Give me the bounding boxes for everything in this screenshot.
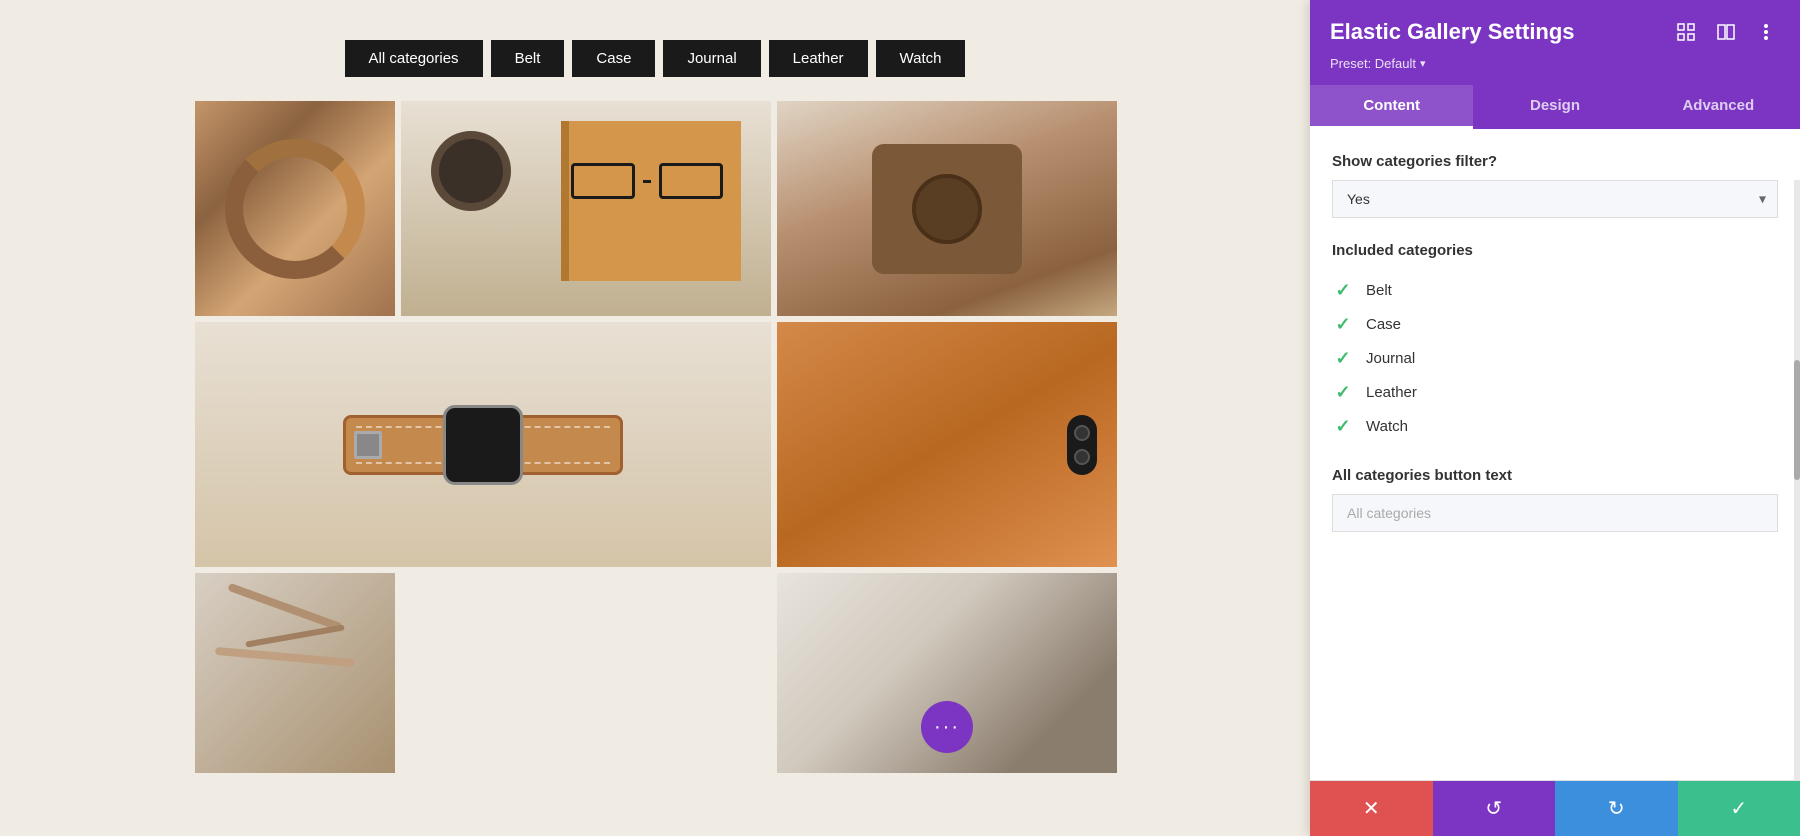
- canvas-area: All categories Belt Case Journal Leather…: [0, 0, 1310, 836]
- tools-bg: [195, 573, 395, 773]
- gallery-item-watch[interactable]: [195, 322, 771, 567]
- tab-content[interactable]: Content: [1310, 85, 1473, 129]
- scrollbar-thumb[interactable]: [1794, 360, 1800, 480]
- show-categories-select-wrapper: Yes No ▾: [1332, 180, 1778, 218]
- redo-button[interactable]: ↻: [1555, 781, 1678, 836]
- three-dots-button[interactable]: ···: [921, 701, 973, 753]
- panel-tabs: Content Design Advanced: [1310, 85, 1800, 129]
- gallery-item-tools[interactable]: [195, 573, 395, 773]
- gallery-item-belt[interactable]: [195, 101, 395, 316]
- columns-icon[interactable]: [1712, 18, 1740, 46]
- phone-camera-shape: [1067, 415, 1097, 475]
- preset-selector[interactable]: Preset: Default ▾: [1330, 56, 1780, 71]
- category-name-belt[interactable]: Belt: [1366, 282, 1392, 299]
- all-categories-field-label: All categories button text: [1332, 467, 1778, 484]
- camera-case-shape: [872, 144, 1022, 274]
- belt-visual: [195, 101, 395, 316]
- filter-btn-belt[interactable]: Belt: [491, 40, 565, 77]
- more-options-icon[interactable]: [1752, 18, 1780, 46]
- gallery-item-case[interactable]: [777, 101, 1117, 316]
- category-name-watch[interactable]: Watch: [1366, 418, 1408, 435]
- save-button[interactable]: ✓: [1678, 781, 1800, 836]
- phone-back-shape: [777, 322, 1117, 567]
- check-icon-journal: ✓: [1332, 347, 1354, 369]
- preset-label-text: Preset: Default: [1330, 56, 1416, 71]
- phone-visual: [777, 322, 1117, 567]
- redo-icon: ↻: [1608, 796, 1625, 821]
- category-item-watch: ✓ Watch: [1332, 409, 1778, 443]
- panel-header: Elastic Gallery Settings: [1310, 0, 1800, 85]
- tab-design[interactable]: Design: [1473, 85, 1636, 129]
- panel-title: Elastic Gallery Settings: [1330, 19, 1575, 45]
- undo-icon: ↺: [1485, 796, 1502, 821]
- preset-arrow-icon: ▾: [1420, 57, 1426, 70]
- filter-btn-case[interactable]: Case: [572, 40, 655, 77]
- filter-bar: All categories Belt Case Journal Leather…: [345, 40, 966, 77]
- three-dots-icon: ···: [934, 717, 960, 737]
- filter-btn-watch[interactable]: Watch: [876, 40, 966, 77]
- category-name-leather[interactable]: Leather: [1366, 384, 1417, 401]
- check-icon-belt: ✓: [1332, 279, 1354, 301]
- belt-coil-shape: [225, 139, 365, 279]
- key-2: [245, 624, 345, 647]
- key-3: [215, 647, 355, 667]
- category-item-case: ✓ Case: [1332, 307, 1778, 341]
- category-item-belt: ✓ Belt: [1332, 273, 1778, 307]
- check-icon-watch: ✓: [1332, 415, 1354, 437]
- glasses-shape: [571, 161, 731, 201]
- filter-btn-journal[interactable]: Journal: [663, 40, 760, 77]
- camera-lens-1: [1074, 425, 1090, 441]
- tab-advanced[interactable]: Advanced: [1637, 85, 1800, 129]
- watch-bg: [195, 322, 771, 567]
- journal-bg: [401, 101, 771, 316]
- journal-book-shape: [561, 121, 741, 281]
- check-icon-leather: ✓: [1332, 381, 1354, 403]
- filter-btn-leather[interactable]: Leather: [769, 40, 868, 77]
- scrollbar-track: [1794, 180, 1800, 780]
- gallery-item-leather-phone[interactable]: [777, 322, 1117, 567]
- panel-header-icons: [1672, 18, 1780, 46]
- camera-lens-2: [1074, 449, 1090, 465]
- filter-btn-all[interactable]: All categories: [345, 40, 483, 77]
- cancel-icon: ✕: [1363, 796, 1380, 821]
- coffee-cup-shape: [431, 131, 511, 211]
- settings-panel: Elastic Gallery Settings: [1310, 0, 1800, 836]
- watch-band-shape: [343, 415, 623, 475]
- categories-list: ✓ Belt ✓ Case ✓ Journal ✓ Leather ✓ Watc…: [1332, 273, 1778, 443]
- key-1: [227, 583, 342, 632]
- cancel-button[interactable]: ✕: [1310, 781, 1433, 836]
- gallery-grid: ···: [195, 101, 1115, 773]
- watch-visual: [195, 322, 771, 567]
- all-categories-input[interactable]: [1332, 494, 1778, 532]
- show-categories-label: Show categories filter?: [1332, 153, 1778, 170]
- gallery-item-watch-tools[interactable]: ···: [777, 573, 1117, 773]
- expand-icon[interactable]: [1672, 18, 1700, 46]
- panel-header-top: Elastic Gallery Settings: [1330, 18, 1780, 46]
- panel-actions: ✕ ↺ ↻ ✓: [1310, 780, 1800, 836]
- show-categories-select[interactable]: Yes No: [1332, 180, 1778, 218]
- undo-button[interactable]: ↺: [1433, 781, 1556, 836]
- gallery-item-journal[interactable]: [401, 101, 771, 316]
- panel-body: Show categories filter? Yes No ▾ Include…: [1310, 129, 1800, 780]
- category-name-journal[interactable]: Journal: [1366, 350, 1415, 367]
- included-categories-label: Included categories: [1332, 242, 1778, 259]
- check-icon-case: ✓: [1332, 313, 1354, 335]
- case-bg: [777, 101, 1117, 316]
- category-name-case[interactable]: Case: [1366, 316, 1401, 333]
- save-icon: ✓: [1730, 796, 1747, 821]
- category-item-leather: ✓ Leather: [1332, 375, 1778, 409]
- watch-face-shape: [443, 405, 523, 485]
- category-item-journal: ✓ Journal: [1332, 341, 1778, 375]
